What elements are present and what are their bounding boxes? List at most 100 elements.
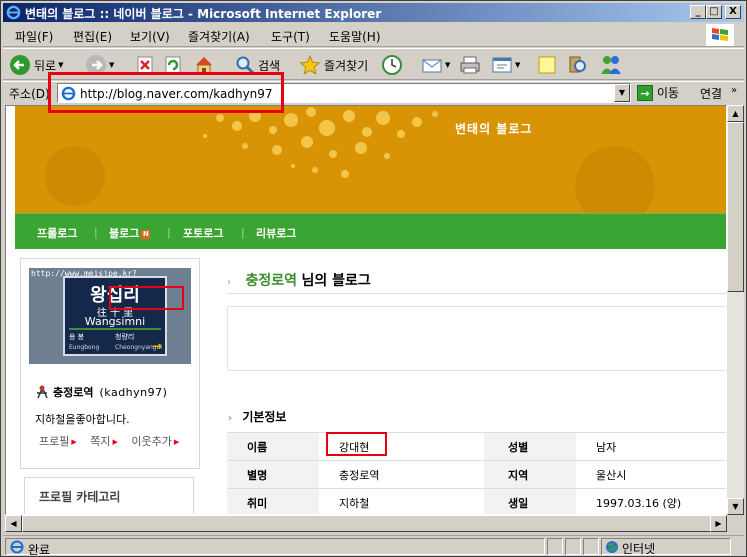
status-cell-empty [565,538,581,555]
status-bar: 완료 인터넷 [3,535,744,557]
user-figure-icon [37,385,48,399]
profile-nick-row: 충정로역 (kadhyn97) [35,384,167,400]
go-button[interactable]: → 이동 [637,84,679,101]
nav-blog[interactable]: 블로그 N [109,225,151,241]
history-button[interactable] [381,52,403,78]
status-cell-empty [583,538,599,555]
info-key: 별명 [227,460,319,489]
ie-logo-icon [6,5,21,20]
profile-links: 프로필 ▶ 쪽지 ▶ 이웃추가 ▶ [39,433,189,449]
mail-button[interactable]: ▼ [421,52,450,78]
vertical-scroll-thumb[interactable] [727,122,744,292]
maximize-button[interactable]: □ [706,5,722,19]
vertical-scrollbar[interactable]: ▲ ▼ [727,105,744,515]
basic-info-label: 기본정보 [242,410,287,424]
info-value: 충정로역 [319,460,484,489]
nav-reviewlog[interactable]: 리뷰로그 [256,225,296,241]
menu-file[interactable]: 파일(F) [15,28,53,45]
title-suffix: 님의 블로그 [301,273,371,289]
edit-button[interactable]: ▼ [491,52,520,78]
page-done-icon [10,540,24,554]
edit-dropdown-icon[interactable]: ▼ [515,61,520,69]
nav-photolog[interactable]: 포토로그 [183,225,223,241]
messenger-button[interactable] [599,52,623,78]
scroll-down-icon[interactable]: ▼ [727,498,744,515]
nav-prologue[interactable]: 프롤로그 [37,225,77,241]
profile-link[interactable]: 프로필 [39,435,69,448]
info-value: 남자 [576,432,726,461]
research-button[interactable] [567,52,589,78]
basic-info-heading: › 기본정보 [228,408,286,425]
address-highlight-box [48,72,284,113]
sign-next-station: 청량리 [115,333,135,341]
scroll-right-icon[interactable]: ▶ [710,515,727,532]
windows-logo-icon [706,24,734,46]
profile-user-id: (kadhyn97) [99,385,168,399]
links-chevron-icon[interactable]: » [731,85,737,96]
close-button[interactable]: X [725,5,741,19]
basic-info-table: 이름 강대현 성별 남자 별명 충정로역 지역 울산시 취미 지하철 생일 19… [227,432,726,514]
add-neighbor-link[interactable]: 이웃추가 [131,435,171,448]
back-arrow-icon [10,55,30,75]
scroll-up-icon[interactable]: ▲ [727,105,744,122]
link-arrow-icon: ▶ [71,438,77,446]
menu-help[interactable]: 도움말(H) [329,28,381,45]
title-divider [227,293,726,294]
menu-view[interactable]: 보기(V) [130,28,170,45]
go-label: 이동 [657,86,680,100]
info-key: 이름 [227,432,319,461]
notes-button[interactable] [537,52,557,78]
status-cell-empty [547,538,563,555]
mail-dropdown-icon[interactable]: ▼ [445,61,450,69]
intro-box [227,306,726,371]
menu-favorites[interactable]: 즐겨찾기(A) [188,28,250,45]
title-nickname[interactable]: 충정로역 [245,273,297,289]
favorites-label: 즐겨찾기 [324,58,369,73]
table-row: 이름 강대현 성별 남자 [227,432,726,461]
back-label: 뒤로 [34,58,57,73]
favorites-button[interactable]: 즐겨찾기 [299,52,368,78]
menu-bar: 파일(F) 편집(E) 보기(V) 즐겨찾기(A) 도구(T) 도움말(H) [3,23,744,47]
search-label: 검색 [258,58,281,73]
category-title: 프로필 카테고리 [39,490,121,504]
address-dropdown-icon[interactable]: ▼ [614,84,630,102]
profile-photo[interactable]: http://www.meisjpe.kr? 왕십리 往 十 里 Wangsim… [29,268,191,364]
profile-category-box: 프로필 카테고리 [24,477,194,514]
menu-tools[interactable]: 도구(T) [271,28,310,45]
blog-nav: 프롤로그 | 블로그 N | 포토로그 | 리뷰로그 [15,213,726,249]
info-key: 지역 [484,460,576,489]
message-link[interactable]: 쪽지 [90,435,110,448]
name-highlight-box [326,432,387,456]
link-arrow-icon: ▶ [173,438,180,446]
links-button[interactable]: 연결 [700,85,722,102]
note-icon [538,56,556,74]
horizontal-scrollbar[interactable]: ◀ ▶ [5,515,727,532]
sign-prev-station: 용 봉 [69,333,85,341]
scrollbar-corner [727,515,744,532]
sign-arrow-icon: → [151,339,162,353]
horizontal-scroll-thumb[interactable] [22,515,712,532]
info-key: 성별 [484,432,576,461]
minimize-button[interactable]: _ [690,5,706,19]
title-arrow-icon: › [227,277,231,288]
print-button[interactable] [459,52,481,78]
link-arrow-icon: ▶ [112,438,118,446]
sign-prev-roman: Eungbong [69,344,100,351]
table-row: 취미 지하철 생일 1997.03.16 (양) [227,488,726,514]
profile-status-message: 지하철을좋아합니다. [35,413,130,426]
star-icon [299,54,321,75]
title-bar: 변태의 블로그 :: 네이버 블로그 - Microsoft Internet … [3,3,744,22]
info-key: 취미 [227,488,319,514]
sign-roman: Wangsimni [84,315,146,328]
go-arrow-icon: → [637,84,653,101]
back-dropdown-icon[interactable]: ▼ [58,61,63,69]
forward-dropdown-icon[interactable]: ▼ [109,61,114,69]
sign-line-bar [69,328,161,330]
browser-window: 변태의 블로그 :: 네이버 블로그 - Microsoft Internet … [0,0,747,557]
status-zone: 인터넷 [601,538,731,556]
scroll-left-icon[interactable]: ◀ [5,515,22,532]
profile-nickname: 충정로역 [53,386,94,399]
printer-icon [460,56,480,74]
menu-edit[interactable]: 편집(E) [73,28,112,45]
blog-owner-title: › 충정로역 님의 블로그 [227,270,371,290]
